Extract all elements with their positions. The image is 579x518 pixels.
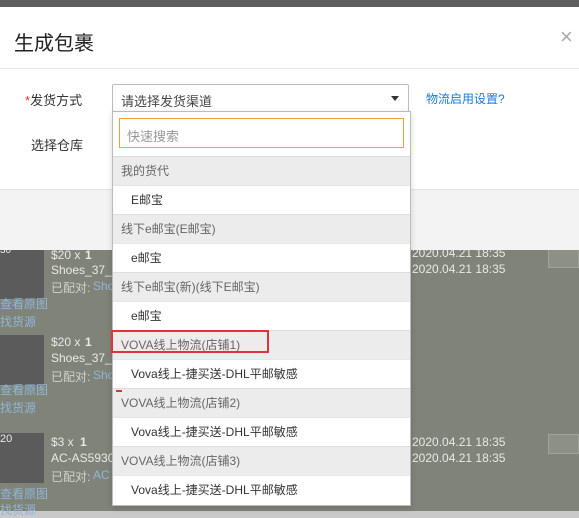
highlight-box xyxy=(111,330,269,353)
ship-channel-dropdown: 快速搜索 我的货代 E邮宝 线下e邮宝(E邮宝) e邮宝 线下e邮宝(新)(线下… xyxy=(112,111,411,506)
price: $3 x xyxy=(51,435,74,449)
quick-search-input[interactable]: 快速搜索 xyxy=(119,118,404,148)
sku: Shoes_37_ xyxy=(51,351,112,365)
logistics-settings-link[interactable]: 物流启用设置? xyxy=(426,90,505,107)
price: $20 x xyxy=(51,248,81,262)
paired-label: 已配对: xyxy=(51,370,91,384)
date: 2020.04.21 18:35 xyxy=(412,435,506,449)
ship-channel-select[interactable]: 请选择发货渠道 xyxy=(112,84,409,112)
ship-method-label: *发货方式 xyxy=(25,90,82,109)
group-label: VOVA线上物流(店铺3) xyxy=(113,446,410,475)
channel-option[interactable]: Vova线上-捷买送-DHL平邮敏感 xyxy=(113,475,410,504)
header-divider xyxy=(0,68,579,69)
background-tabs xyxy=(0,0,579,7)
qty: 1 xyxy=(85,335,92,349)
paired-link[interactable]: AC xyxy=(93,468,110,482)
price: $20 x xyxy=(51,335,81,349)
product-thumbnail xyxy=(0,335,44,385)
row-action-button[interactable] xyxy=(548,434,579,454)
qty: 1 xyxy=(85,248,92,262)
annotation-mark xyxy=(116,390,122,392)
qty: 1 xyxy=(80,435,87,449)
date: 2020.04.21 18:35 xyxy=(412,451,506,465)
view-image-link[interactable]: 查看原图 xyxy=(0,485,48,502)
modal-title: 生成包裹 xyxy=(14,33,94,55)
view-image-link[interactable]: 查看原图 xyxy=(0,295,48,312)
group-label: 线下e邮宝(E邮宝) xyxy=(113,214,410,243)
group-label: 线下e邮宝(新)(线下E邮宝) xyxy=(113,272,410,301)
paired-label: 已配对: xyxy=(51,281,91,295)
group-label: VOVA线上物流(店铺2) xyxy=(113,388,410,417)
paired-label: 已配对: xyxy=(51,470,91,484)
find-source-link[interactable]: 找货源 xyxy=(0,501,36,518)
view-image-link[interactable]: 查看原图 xyxy=(0,381,48,398)
channel-option[interactable]: E邮宝 xyxy=(113,185,410,214)
group-label: 我的货代 xyxy=(113,156,410,185)
warehouse-label: 选择仓库 xyxy=(31,138,84,153)
date: 2020.04.21 18:35 xyxy=(412,262,506,276)
chevron-down-icon xyxy=(391,96,399,101)
sku: AC-AS5930 xyxy=(51,451,115,465)
channel-option[interactable]: Vova线上-捷买送-DHL平邮敏感 xyxy=(113,417,410,446)
channel-option[interactable]: Vova线上-捷买送-DHL平邮敏感 xyxy=(113,359,410,388)
row-action-button[interactable] xyxy=(548,248,579,268)
product-thumbnail xyxy=(0,249,44,299)
find-source-link[interactable]: 找货源 xyxy=(0,313,36,330)
ship-method-label-text: 发货方式 xyxy=(30,93,83,108)
channel-option[interactable]: e邮宝 xyxy=(113,243,410,272)
search-placeholder: 快速搜索 xyxy=(127,129,180,144)
thumb-badge: 20 xyxy=(0,433,13,445)
channel-option[interactable]: e邮宝 xyxy=(113,301,410,330)
sku: Shoes_37_ xyxy=(51,263,112,277)
close-icon[interactable]: × xyxy=(560,24,573,50)
select-value: 请选择发货渠道 xyxy=(121,94,213,109)
find-source-link[interactable]: 找货源 xyxy=(0,399,36,416)
